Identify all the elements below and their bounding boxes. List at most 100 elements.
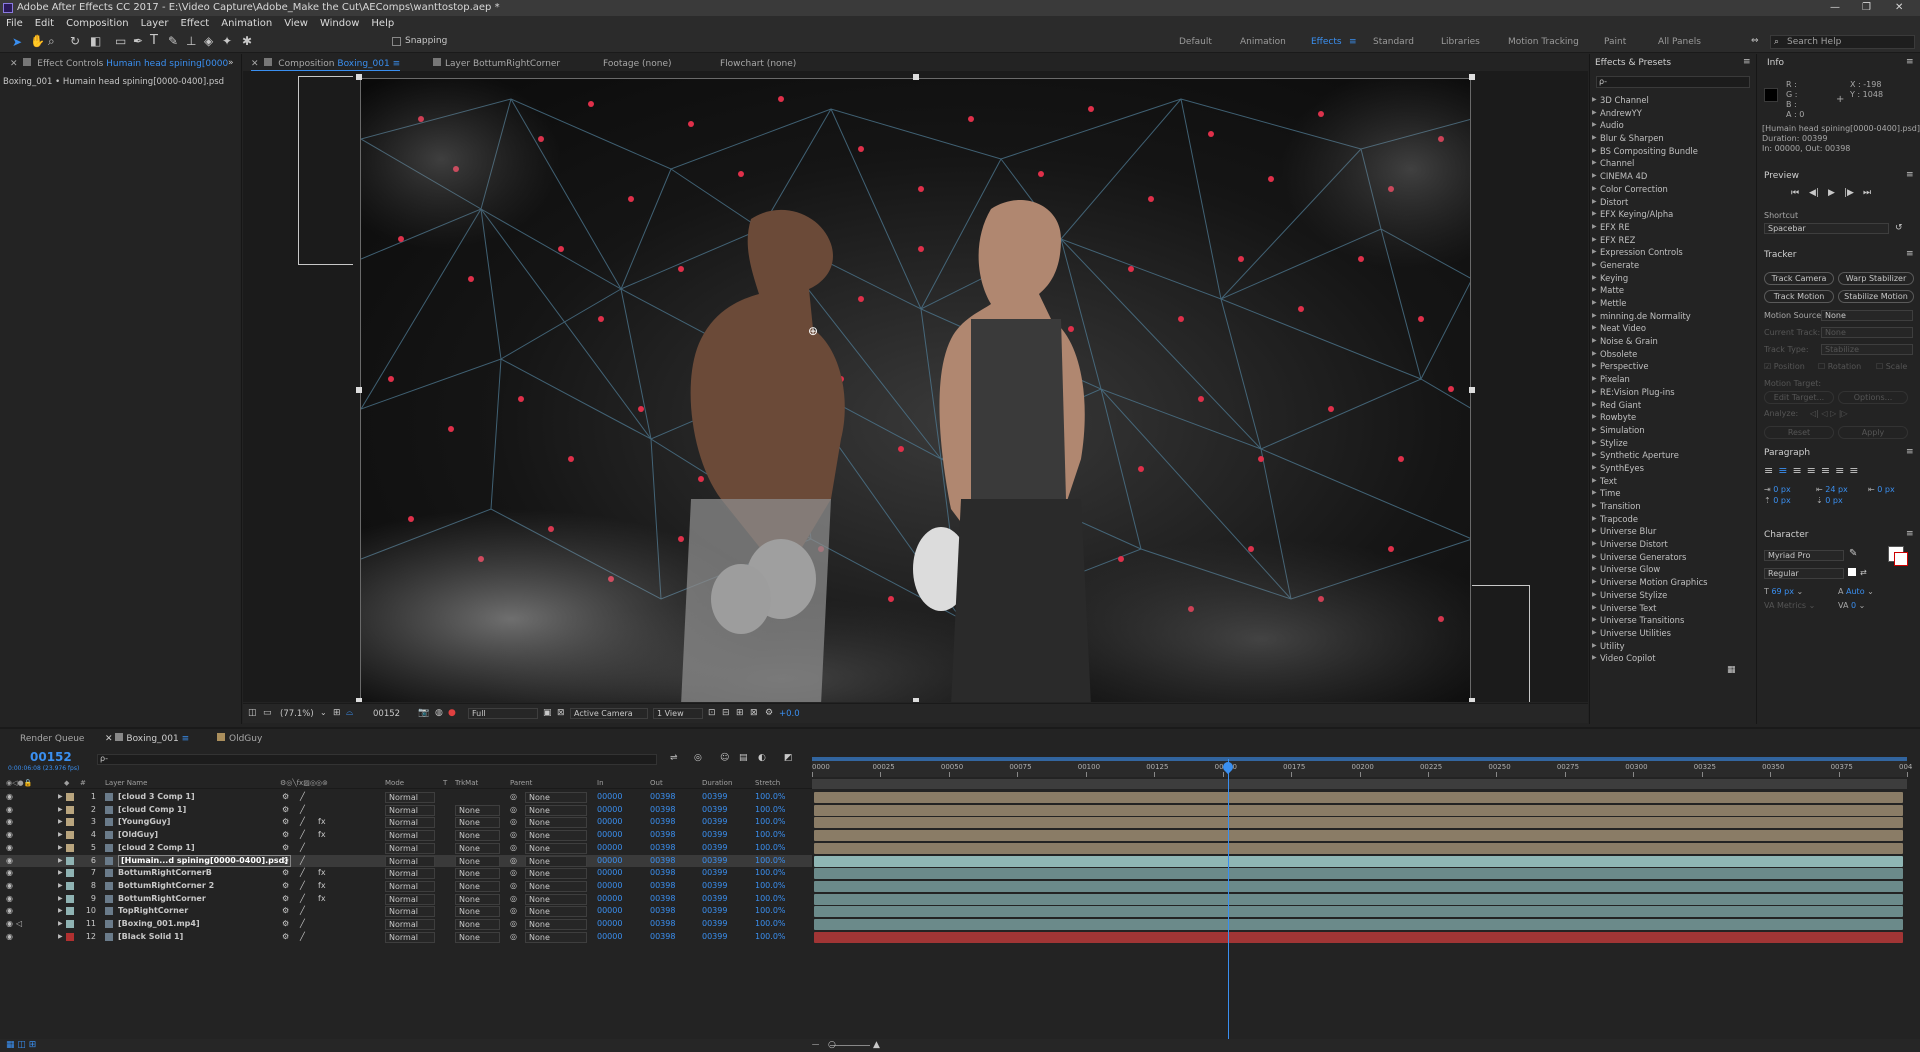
in-point[interactable]: 00000 (597, 867, 622, 880)
camera-dropdown[interactable]: Active Camera (570, 708, 648, 719)
render-queue-tab[interactable]: Render Queue (20, 731, 84, 747)
work-area-bar[interactable] (812, 757, 1907, 761)
effects-category-item[interactable]: Audio (1590, 119, 1756, 132)
out-header[interactable]: Out (650, 778, 663, 789)
visibility-eye-icon[interactable]: ◉ (6, 893, 13, 906)
blend-mode-dropdown[interactable]: Normal (385, 931, 435, 943)
label-color-swatch[interactable] (66, 894, 74, 903)
quality-switch-icon[interactable]: ╱ (300, 804, 305, 817)
zoom-chevron-icon[interactable]: ⌄ (320, 708, 327, 717)
layer-duration[interactable]: 00399 (702, 829, 727, 842)
layer-duration-bar[interactable] (814, 817, 1903, 829)
mask-visibility-icon[interactable]: ⌓ (346, 708, 353, 718)
in-point[interactable]: 00000 (597, 880, 622, 893)
effects-category-item[interactable]: Color Correction (1590, 183, 1756, 196)
quality-switch-icon[interactable]: ╱ (300, 842, 305, 855)
expand-layer-icon[interactable]: ▶ (58, 804, 63, 817)
track-matte-dropdown[interactable]: None (455, 855, 500, 867)
anchor-point-icon[interactable]: ⊕ (808, 324, 818, 338)
fx-switch-icon[interactable]: fx (318, 816, 326, 829)
zoom-tool-icon[interactable]: ⌕ (48, 34, 55, 49)
always-preview-icon[interactable]: ◫ (248, 708, 257, 718)
parent-dropdown[interactable]: None (525, 931, 587, 943)
pick-whip-icon[interactable]: ◎ (510, 791, 517, 804)
pick-whip-icon[interactable]: ◎ (510, 816, 517, 829)
shy-switch-icon[interactable]: ⚙ (282, 816, 289, 829)
transform-handle[interactable] (1469, 387, 1475, 393)
monitor-icon[interactable]: ▭ (263, 708, 272, 718)
pick-whip-icon[interactable]: ◎ (510, 842, 517, 855)
out-point[interactable]: 00398 (650, 880, 675, 893)
indent-left-field[interactable]: ⇥ 0 px (1764, 485, 1791, 494)
rotate-tool-icon[interactable]: ↻ (70, 34, 80, 48)
blend-mode-dropdown[interactable]: Normal (385, 855, 435, 867)
layer-duration-bar[interactable] (814, 792, 1903, 803)
shy-icon[interactable]: ☺ (720, 753, 729, 763)
shortcut-dropdown[interactable]: Spacebar (1764, 223, 1889, 234)
effects-category-item[interactable]: Matte (1590, 284, 1756, 297)
stabilize-motion-button[interactable]: Stabilize Motion (1838, 290, 1914, 303)
layer-duration[interactable]: 00399 (702, 918, 727, 931)
effects-category-item[interactable]: Obsolete (1590, 348, 1756, 361)
audio-icon[interactable]: ◁ (16, 918, 22, 931)
effects-category-item[interactable]: Trapcode (1590, 513, 1756, 526)
track-matte-dropdown[interactable]: None (455, 906, 500, 918)
layer-stretch[interactable]: 100.0% (755, 855, 786, 868)
track-matte-dropdown[interactable]: None (455, 919, 500, 930)
effect-controls-tab[interactable]: ✕ Effect Controls Humain head spining[00… (10, 56, 228, 72)
quality-switch-icon[interactable]: ╱ (300, 880, 305, 893)
layer-duration[interactable]: 00399 (702, 842, 727, 855)
effects-category-item[interactable]: Universe Blur (1590, 525, 1756, 538)
menu-window[interactable]: Window (314, 16, 365, 31)
effects-category-item[interactable]: Red Giant (1590, 399, 1756, 412)
label-color-swatch[interactable] (66, 920, 74, 928)
workspace-paint[interactable]: Paint (1604, 31, 1626, 53)
workspace-all-panels[interactable]: All Panels (1658, 31, 1701, 53)
pick-whip-icon[interactable]: ◎ (510, 867, 517, 880)
parent-dropdown[interactable]: None (525, 842, 587, 854)
shy-switch-icon[interactable]: ⚙ (282, 918, 289, 931)
layer-duration[interactable]: 00399 (702, 804, 727, 817)
reset-icon[interactable]: ↺ (1895, 223, 1903, 233)
visibility-eye-icon[interactable]: ◉ (6, 842, 13, 855)
track-matte-dropdown[interactable]: None (455, 931, 500, 943)
blend-mode-dropdown[interactable]: Normal (385, 817, 435, 829)
effects-category-item[interactable]: 3D Channel (1590, 94, 1756, 107)
layer-name[interactable]: [cloud Comp 1] (118, 804, 186, 817)
snapping-checkbox[interactable] (392, 37, 401, 46)
expand-layer-switches-icon[interactable]: ▦ ◫ ⊞ (6, 1040, 36, 1050)
close-tab-icon[interactable]: ✕ (251, 59, 259, 69)
visibility-eye-icon[interactable]: ◉ (6, 816, 13, 829)
layer-row[interactable]: ◉ ▶ 6 [Humain...d spining[0000-0400].psd] ⚙ ╱… (0, 854, 812, 868)
space-after-field[interactable]: ⇣ 0 px (1816, 496, 1843, 505)
flowchart-tab[interactable]: Flowchart (none) (720, 56, 796, 72)
visibility-eye-icon[interactable]: ◉ (6, 880, 13, 893)
panel-menu-icon[interactable]: ≡ (1906, 170, 1914, 180)
effects-category-item[interactable]: Noise & Grain (1590, 335, 1756, 348)
current-time-display[interactable]: 00152 (373, 709, 400, 719)
layer-duration-bar[interactable] (814, 855, 1903, 867)
track-matte-dropdown[interactable]: None (455, 880, 500, 892)
motion-blur-icon[interactable]: ◐ (758, 753, 766, 763)
track-matte-dropdown[interactable]: None (455, 842, 500, 854)
parent-dropdown[interactable]: None (525, 906, 587, 918)
parent-dropdown[interactable]: None (525, 817, 587, 829)
effects-category-item[interactable]: Neat Video (1590, 322, 1756, 335)
menu-animation[interactable]: Animation (215, 16, 278, 31)
quality-switch-icon[interactable]: ╱ (300, 905, 305, 918)
expand-layer-icon[interactable]: ▶ (58, 880, 63, 893)
effects-category-item[interactable]: Rowbyte (1590, 411, 1756, 424)
blend-mode-dropdown[interactable]: Normal (385, 880, 435, 892)
effects-category-item[interactable]: Stylize (1590, 437, 1756, 450)
transform-handle[interactable] (913, 698, 919, 702)
work-area-range[interactable] (812, 779, 1907, 789)
fx-switch-icon[interactable]: fx (318, 893, 326, 906)
layer-row[interactable]: ◉ ▶ 9 BottumRightCorner ⚙ ╱ fx Normal None ◎ None 0… (0, 893, 812, 906)
in-point[interactable]: 00000 (597, 931, 622, 944)
label-color-swatch[interactable] (66, 793, 74, 801)
pick-whip-icon[interactable]: ◎ (510, 855, 517, 868)
blend-mode-dropdown[interactable]: Normal (385, 906, 435, 918)
expand-layer-icon[interactable]: ▶ (58, 791, 63, 804)
layer-name[interactable]: [OldGuy] (118, 829, 158, 842)
layer-duration-bar[interactable] (814, 804, 1903, 816)
